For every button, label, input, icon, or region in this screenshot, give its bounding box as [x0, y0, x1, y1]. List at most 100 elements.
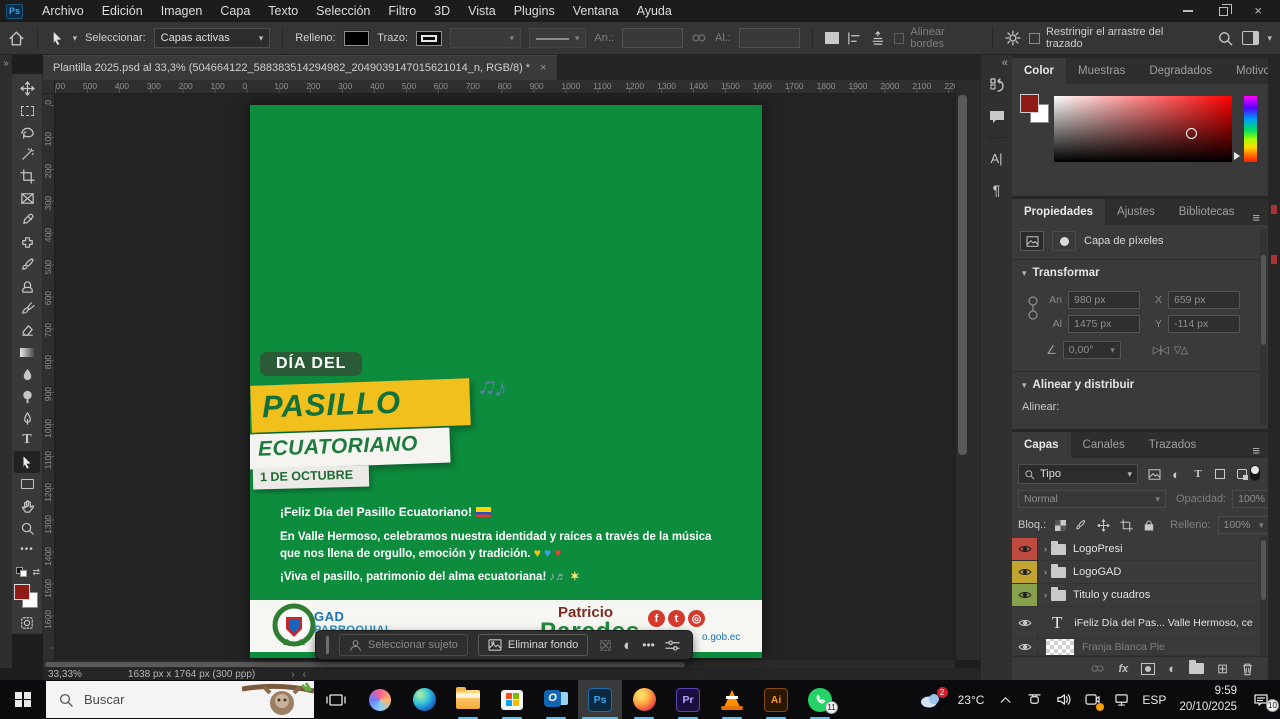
firefox-button[interactable] — [622, 680, 666, 719]
tab-color[interactable]: Color — [1012, 58, 1066, 84]
taskbar-search[interactable]: Buscar — [46, 681, 314, 718]
tab-capas[interactable]: Capas — [1012, 432, 1071, 458]
layer-row-logogad[interactable]: › LogoGAD — [1012, 561, 1268, 584]
comments-panel-icon[interactable] — [984, 104, 1010, 130]
layer-row-titulo[interactable]: › Titulo y cuadros — [1012, 584, 1268, 607]
document-tab[interactable]: Plantilla 2025.psd al 33,3% (504664122_5… — [43, 55, 557, 80]
history-panel-icon[interactable] — [984, 72, 1010, 98]
menu-seleccion[interactable]: Selección — [307, 0, 379, 22]
paragraph-panel-icon[interactable]: ¶ — [984, 177, 1010, 203]
menu-filtro[interactable]: Filtro — [379, 0, 425, 22]
delete-layer-icon[interactable] — [1241, 662, 1254, 676]
visibility-eye-icon[interactable] — [1012, 607, 1038, 638]
contextual-task-bar[interactable]: Seleccionar sujeto Eliminar fondo ◐ ••• — [315, 630, 693, 660]
new-layer-icon[interactable]: ⊞ — [1217, 661, 1228, 677]
whatsapp-button[interactable]: 11 — [798, 680, 842, 719]
speaker-icon[interactable] — [1055, 692, 1071, 708]
rectangular-marquee-tool[interactable] — [14, 100, 40, 122]
temperature-label[interactable]: 23°C — [958, 693, 985, 707]
filter-smart-object-icon[interactable] — [1232, 465, 1252, 483]
visibility-eye-icon[interactable] — [1012, 561, 1038, 583]
gear-icon[interactable] — [1005, 30, 1021, 46]
lock-position-icon[interactable] — [1095, 516, 1111, 534]
new-adjustment-icon[interactable]: ◐ — [1168, 661, 1176, 676]
path-operations-icon[interactable] — [825, 32, 839, 44]
properties-sliders-icon[interactable] — [665, 639, 680, 652]
edge-button[interactable] — [402, 680, 446, 719]
color-picker-ring[interactable] — [1186, 128, 1197, 139]
microsoft-store-button[interactable] — [490, 680, 534, 719]
color-swatches[interactable] — [1020, 94, 1050, 124]
link-wh-icon[interactable] — [1028, 295, 1038, 321]
menu-vista[interactable]: Vista — [459, 0, 505, 22]
zoom-tool[interactable] — [14, 517, 40, 539]
color-field[interactable] — [1054, 96, 1232, 162]
transform-section-title[interactable]: Transformar — [1033, 267, 1100, 279]
horizontal-scroll-thumb[interactable] — [45, 662, 685, 667]
vertical-scrollbar[interactable] — [955, 80, 968, 660]
horizontal-scrollbar[interactable] — [43, 660, 955, 668]
layer-style-icon[interactable]: fx — [1118, 663, 1128, 675]
layer-filter-dropdown[interactable]: Tipo▾ — [1018, 464, 1138, 484]
stroke-swatch[interactable] — [416, 31, 442, 46]
pixel-layer-icon[interactable] — [1020, 231, 1044, 251]
status-arrow-left[interactable]: ‹ — [303, 669, 306, 680]
history-brush-tool[interactable] — [14, 298, 40, 320]
foreground-background-swatches[interactable] — [14, 584, 40, 608]
type-tool[interactable]: T — [14, 429, 40, 451]
panel-menu-icon[interactable]: ≡ — [1252, 210, 1268, 225]
search-icon[interactable] — [1217, 30, 1234, 47]
close-icon[interactable]: × — [1254, 6, 1262, 16]
hand-tool[interactable] — [14, 495, 40, 517]
rectangle-tool[interactable] — [14, 473, 40, 495]
meet-now-icon[interactable] — [1084, 692, 1100, 708]
menu-edicion[interactable]: Edición — [93, 0, 152, 22]
align-section-title[interactable]: Alinear y distribuir — [1033, 379, 1135, 391]
home-icon[interactable] — [8, 30, 25, 47]
flip-vertical-icon[interactable]: ▽△ — [1174, 345, 1187, 356]
gradient-tool[interactable] — [14, 341, 40, 363]
eyedropper-tool[interactable] — [14, 210, 40, 232]
filter-adjustment-icon[interactable]: ◐ — [1166, 465, 1186, 483]
remove-background-button[interactable]: Eliminar fondo — [478, 634, 588, 656]
expand-group-icon[interactable]: › — [1044, 544, 1047, 554]
panel-menu-icon[interactable]: ≡ — [1252, 443, 1268, 458]
menu-imagen[interactable]: Imagen — [152, 0, 212, 22]
file-explorer-button[interactable] — [446, 680, 490, 719]
tool-dropdown-icon[interactable]: ▾ — [73, 33, 78, 44]
layer-row-text[interactable]: T iFeliz Día del Pas... Valle Hermoso, c… — [1012, 607, 1268, 639]
adjustments-icon[interactable]: ◐ — [623, 637, 632, 654]
default-swatches-icon[interactable]: ⇄ — [14, 567, 40, 576]
object-selection-tool[interactable] — [14, 144, 40, 166]
close-tab-icon[interactable]: × — [540, 62, 546, 74]
menu-plugins[interactable]: Plugins — [505, 0, 564, 22]
vertical-ruler[interactable]: 0100200300400500600700800900100011001200… — [43, 94, 55, 660]
workspace-switcher-icon[interactable] — [1242, 31, 1260, 45]
fill-swatch[interactable] — [344, 31, 370, 46]
collapse-panels-icon[interactable]: « — [1002, 57, 1008, 69]
add-mask-icon[interactable] — [1141, 663, 1155, 675]
tab-propiedades[interactable]: Propiedades — [1012, 199, 1105, 225]
hue-slider[interactable] — [1244, 96, 1257, 162]
more-options-icon[interactable]: ••• — [642, 638, 655, 652]
zoom-level[interactable]: 33,33% — [48, 669, 82, 680]
drag-handle[interactable] — [326, 636, 329, 654]
constrain-path-checkbox[interactable]: Restringir el arrastre del trazado — [1029, 26, 1201, 50]
illustrator-button[interactable]: Ai — [754, 680, 798, 719]
restore-icon[interactable] — [1219, 7, 1228, 16]
new-group-icon[interactable] — [1189, 663, 1204, 674]
edit-toolbar-icon[interactable]: ••• — [14, 539, 40, 561]
frame-tool[interactable] — [14, 188, 40, 210]
minimize-icon[interactable] — [1183, 10, 1193, 12]
hue-slider-arrow[interactable] — [1234, 152, 1240, 160]
vlc-button[interactable] — [710, 680, 754, 719]
poster-document[interactable]: DÍA DEL PASILLO ♫♪ ECUATORIANO 1 DE OCTU… — [250, 105, 762, 658]
filter-pixel-icon[interactable] — [1144, 465, 1164, 483]
tab-muestras[interactable]: Muestras — [1066, 58, 1137, 84]
vertical-scroll-thumb[interactable] — [958, 95, 967, 455]
pen-tool[interactable] — [14, 407, 40, 429]
expand-group-icon[interactable]: › — [1044, 590, 1047, 600]
eraser-tool[interactable] — [14, 319, 40, 341]
tab-bibliotecas[interactable]: Bibliotecas — [1167, 199, 1247, 225]
lock-pixels-icon[interactable] — [1074, 516, 1088, 534]
